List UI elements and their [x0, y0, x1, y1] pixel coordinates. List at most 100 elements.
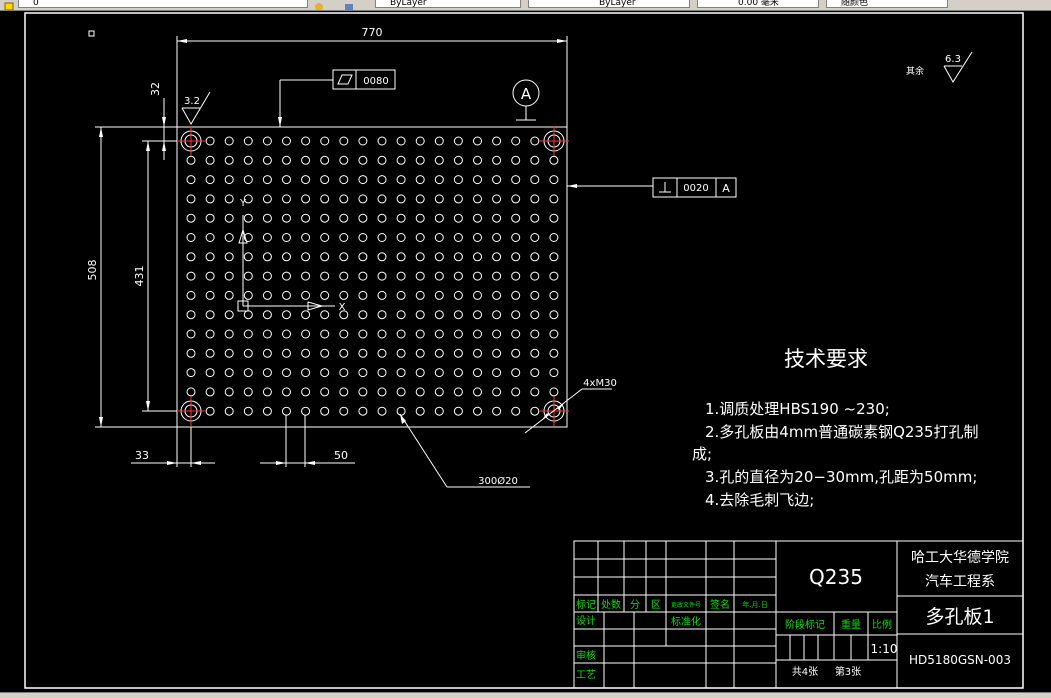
- linetype-dropdown[interactable]: ByLayer: [528, 0, 690, 8]
- hole: [549, 155, 559, 165]
- hole: [453, 233, 463, 242]
- hole: [339, 155, 349, 165]
- hole: [415, 348, 425, 358]
- hole: [301, 155, 311, 165]
- hole: [377, 233, 387, 242]
- hole: [224, 406, 234, 416]
- hole: [358, 310, 368, 320]
- hole: [262, 387, 272, 397]
- hole: [492, 233, 502, 242]
- hole: [301, 213, 311, 223]
- hole: [186, 310, 196, 320]
- hole: [396, 252, 406, 262]
- dimension-height: [95, 98, 177, 428]
- lineweight-dropdown[interactable]: 0.00 毫米: [697, 0, 819, 8]
- hole: [358, 155, 368, 165]
- hole: [205, 310, 215, 320]
- hole: [434, 387, 444, 397]
- hole: [473, 406, 482, 416]
- hole: [301, 290, 311, 300]
- hole: [339, 213, 349, 223]
- hole: [415, 136, 425, 146]
- dimension-height-label: 508: [86, 260, 99, 281]
- layer-icon[interactable]: [4, 0, 14, 10]
- hole: [415, 406, 425, 416]
- hole: [262, 368, 272, 378]
- hole: [282, 175, 291, 185]
- sheet-number: 第3张: [835, 665, 861, 678]
- hole: [339, 348, 349, 358]
- header-biaoji: 标记: [576, 599, 596, 611]
- hole: [320, 387, 330, 397]
- color-dropdown[interactable]: ByLayer: [375, 0, 521, 8]
- layer-value: 0: [33, 0, 39, 8]
- hole: [262, 252, 272, 262]
- hole: [282, 310, 291, 320]
- hole: [492, 252, 502, 262]
- flatness-value: 0080: [363, 76, 388, 87]
- hole: [492, 155, 502, 165]
- corner-hole: [176, 396, 206, 426]
- hole: [224, 329, 234, 339]
- hole: [549, 194, 559, 204]
- header-zhongliang: 重量: [841, 618, 861, 631]
- plotstyle-dropdown[interactable]: 随颜色: [826, 0, 948, 8]
- perpendicularity-datum: A: [722, 182, 730, 195]
- hole: [282, 348, 291, 358]
- hole: [339, 252, 349, 262]
- roughness-rest-value: 6.3: [945, 54, 961, 65]
- hole: [511, 213, 521, 223]
- hole: [339, 329, 349, 339]
- perpendicularity-tolerance: [567, 177, 737, 198]
- hole: [396, 329, 406, 339]
- layer-states-icon[interactable]: [344, 0, 354, 10]
- hole: [415, 252, 425, 262]
- hole: [186, 271, 196, 281]
- hole: [396, 310, 406, 320]
- hole: [262, 194, 272, 204]
- hole: [473, 310, 482, 320]
- hole: [339, 387, 349, 397]
- hole: [415, 290, 425, 300]
- hole: [511, 136, 521, 146]
- hole: [396, 175, 406, 185]
- hole: [377, 175, 387, 185]
- hole: [320, 310, 330, 320]
- hole: [511, 155, 521, 165]
- drawing-canvas[interactable]: 770 508 431 32 33 50 300Ø20 4xM30 0080 0…: [0, 11, 1051, 692]
- hole: [415, 194, 425, 204]
- hole: [339, 406, 349, 416]
- hole: [492, 290, 502, 300]
- hole: [377, 329, 387, 339]
- hole: [282, 329, 291, 339]
- header-shenhe: 审核: [576, 649, 596, 662]
- hole: [205, 136, 215, 146]
- color-value: ByLayer: [390, 0, 427, 8]
- hole: [358, 213, 368, 223]
- hole: [377, 271, 387, 281]
- hole: [358, 271, 368, 281]
- hole: [205, 233, 215, 242]
- hole: [243, 175, 253, 185]
- hole: [243, 406, 253, 416]
- hole: [549, 348, 559, 358]
- hole: [549, 213, 559, 223]
- hole: [492, 213, 502, 223]
- hole: [262, 233, 272, 242]
- layer-dropdown[interactable]: 0: [18, 0, 308, 8]
- layer-tool-icon[interactable]: [314, 0, 324, 10]
- hole: [511, 290, 521, 300]
- hole: [186, 252, 196, 262]
- hole: [415, 233, 425, 242]
- hole: [301, 387, 311, 397]
- hole: [243, 252, 253, 262]
- hole: [339, 194, 349, 204]
- hole: [205, 368, 215, 378]
- hole: [473, 136, 482, 146]
- hole: [511, 252, 521, 262]
- hole: [282, 406, 291, 416]
- hole: [224, 252, 234, 262]
- hole: [224, 155, 234, 165]
- tech-line-2b: 成;: [692, 445, 712, 463]
- header-qu: 区: [651, 599, 661, 611]
